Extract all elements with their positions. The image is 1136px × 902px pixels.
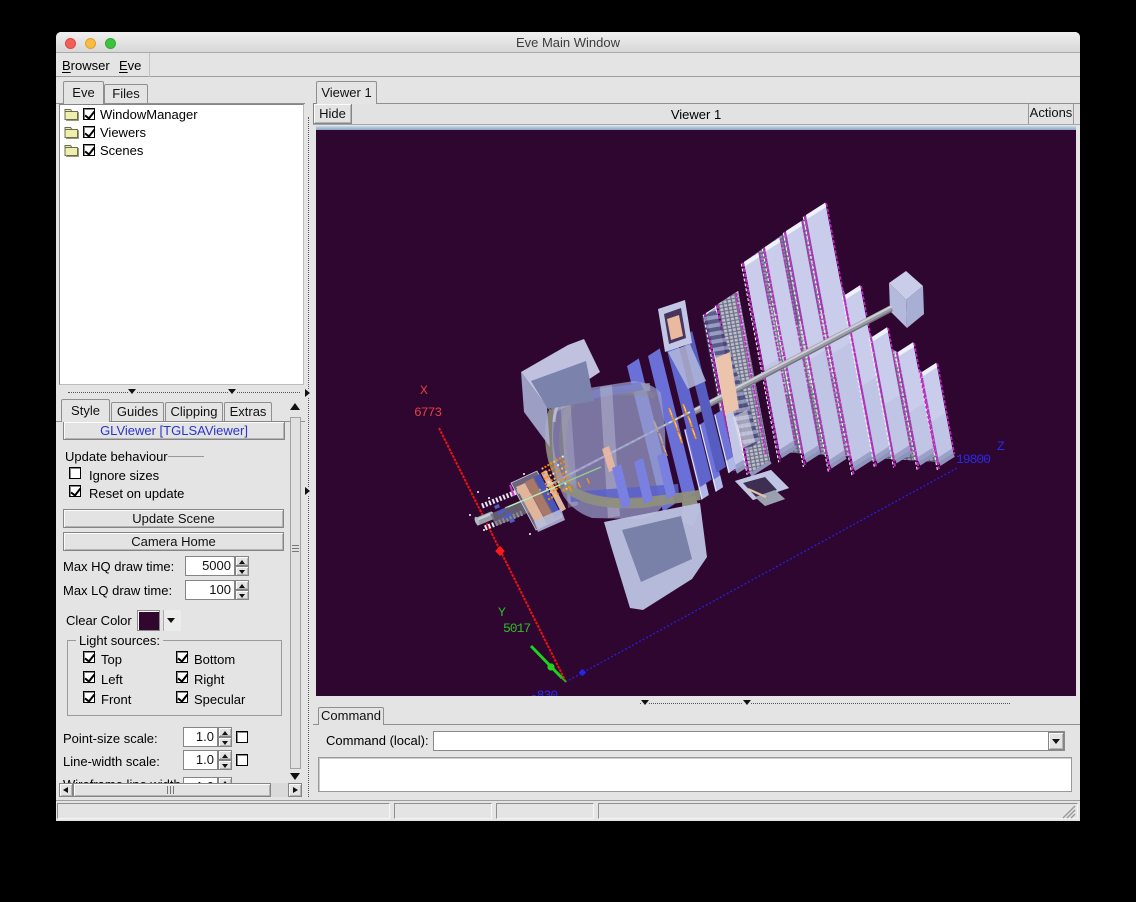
svg-text:19800: 19800 (956, 452, 990, 467)
svg-text:Y: Y (498, 605, 506, 620)
svg-text:-830: -830 (530, 688, 557, 696)
svg-text:Z: Z (997, 439, 1005, 454)
svg-text:6773: 6773 (414, 405, 441, 420)
svg-text:X: X (420, 383, 428, 398)
svg-text:5017: 5017 (503, 621, 530, 636)
